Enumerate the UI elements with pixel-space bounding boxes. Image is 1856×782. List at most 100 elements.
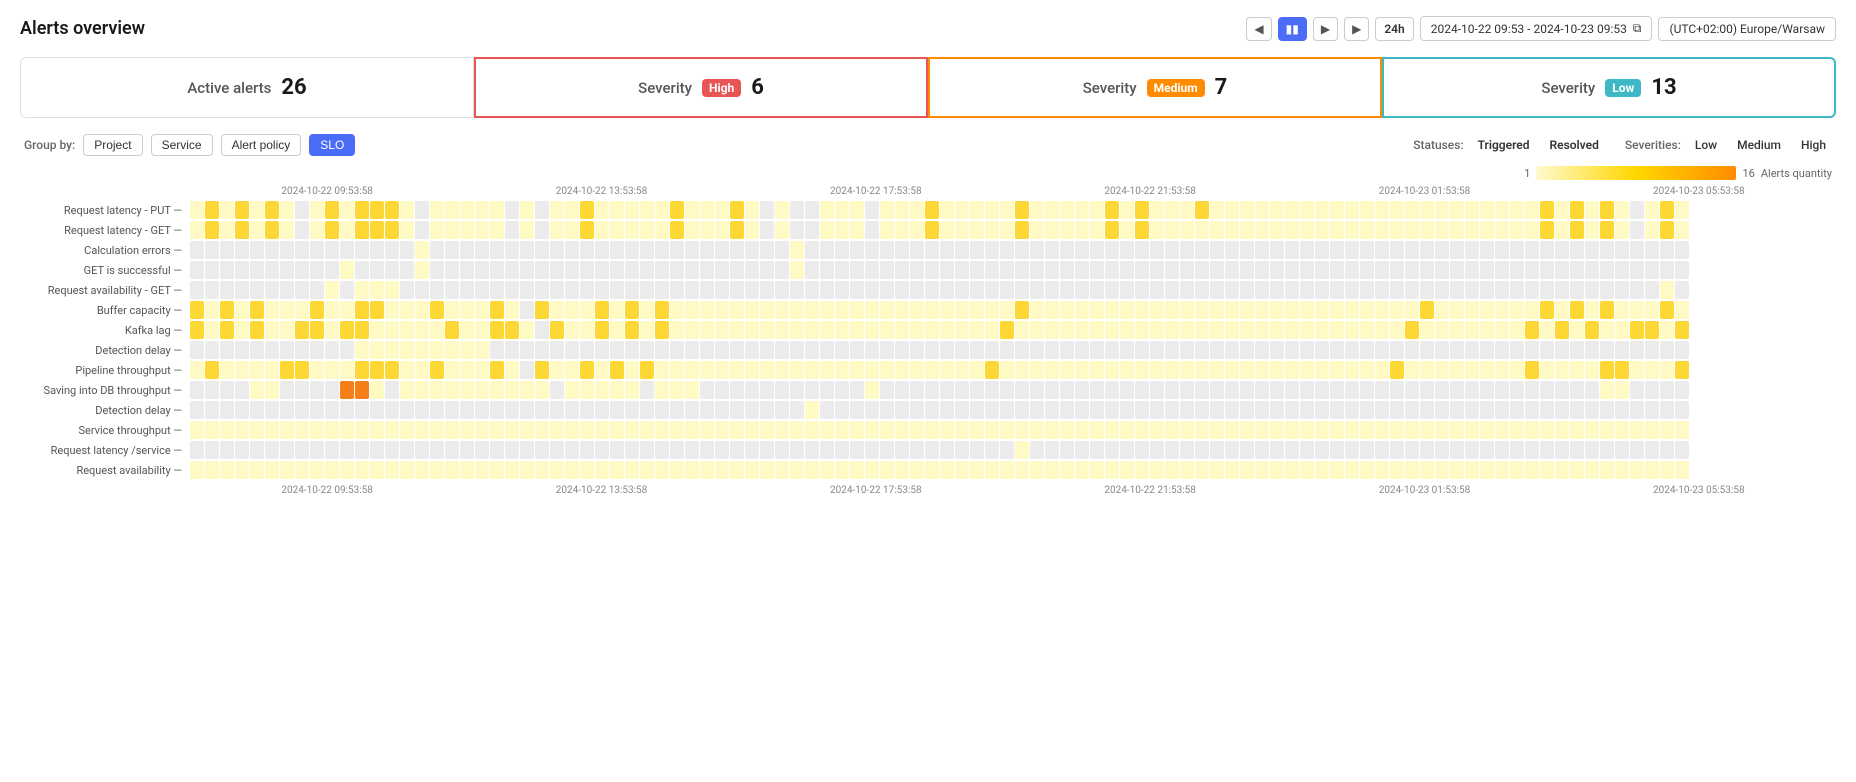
cell[interactable] <box>865 301 879 319</box>
cell[interactable] <box>1180 421 1194 439</box>
cell[interactable] <box>1540 441 1554 459</box>
cell[interactable] <box>1285 261 1299 279</box>
cell[interactable] <box>1405 381 1419 399</box>
cell[interactable] <box>1195 201 1209 219</box>
cell[interactable] <box>715 241 729 259</box>
cell[interactable] <box>385 301 399 319</box>
cell[interactable] <box>670 441 684 459</box>
cell[interactable] <box>1645 441 1659 459</box>
cell[interactable] <box>805 421 819 439</box>
cell[interactable] <box>1540 221 1554 239</box>
play-button[interactable]: ▶ <box>1313 17 1338 41</box>
cell[interactable] <box>1390 421 1404 439</box>
cell[interactable] <box>1510 241 1524 259</box>
cell[interactable] <box>1330 361 1344 379</box>
cell[interactable] <box>1270 281 1284 299</box>
cell[interactable] <box>1450 201 1464 219</box>
cell[interactable] <box>1405 441 1419 459</box>
cell[interactable] <box>1240 221 1254 239</box>
cell[interactable] <box>1045 301 1059 319</box>
cell[interactable] <box>685 221 699 239</box>
cell[interactable] <box>295 341 309 359</box>
cell[interactable] <box>940 421 954 439</box>
cell[interactable] <box>1540 401 1554 419</box>
cell[interactable] <box>715 301 729 319</box>
cell[interactable] <box>265 241 279 259</box>
cell[interactable] <box>1405 361 1419 379</box>
cell[interactable] <box>1420 341 1434 359</box>
cell[interactable] <box>1330 441 1344 459</box>
cell[interactable] <box>1630 361 1644 379</box>
cell[interactable] <box>190 401 204 419</box>
cell[interactable] <box>190 241 204 259</box>
cell[interactable] <box>265 361 279 379</box>
cell[interactable] <box>1030 401 1044 419</box>
cell[interactable] <box>265 221 279 239</box>
cell[interactable] <box>310 241 324 259</box>
cell[interactable] <box>745 341 759 359</box>
cell[interactable] <box>325 401 339 419</box>
cell[interactable] <box>265 381 279 399</box>
cell[interactable] <box>1045 321 1059 339</box>
cell[interactable] <box>895 221 909 239</box>
cell[interactable] <box>880 221 894 239</box>
cell[interactable] <box>535 381 549 399</box>
cell[interactable] <box>265 341 279 359</box>
cell[interactable] <box>1495 221 1509 239</box>
cell[interactable] <box>685 281 699 299</box>
cell[interactable] <box>445 461 459 479</box>
cell[interactable] <box>265 461 279 479</box>
cell[interactable] <box>790 301 804 319</box>
cell[interactable] <box>220 281 234 299</box>
cell[interactable] <box>1375 361 1389 379</box>
cell[interactable] <box>1420 401 1434 419</box>
cell[interactable] <box>1255 201 1269 219</box>
cell[interactable] <box>490 381 504 399</box>
cell[interactable] <box>1255 261 1269 279</box>
cell[interactable] <box>730 341 744 359</box>
cell[interactable] <box>1165 221 1179 239</box>
cell[interactable] <box>880 281 894 299</box>
cell[interactable] <box>535 421 549 439</box>
cell[interactable] <box>1525 261 1539 279</box>
cell[interactable] <box>820 221 834 239</box>
cell[interactable] <box>640 441 654 459</box>
cell[interactable] <box>730 381 744 399</box>
cell[interactable] <box>1240 301 1254 319</box>
cell[interactable] <box>445 341 459 359</box>
cell[interactable] <box>1585 461 1599 479</box>
cell[interactable] <box>1495 281 1509 299</box>
cell[interactable] <box>490 361 504 379</box>
cell[interactable] <box>685 441 699 459</box>
cell[interactable] <box>1120 301 1134 319</box>
cell[interactable] <box>1375 461 1389 479</box>
cell[interactable] <box>1405 341 1419 359</box>
cell[interactable] <box>295 401 309 419</box>
cell[interactable] <box>820 461 834 479</box>
cell[interactable] <box>220 421 234 439</box>
cell[interactable] <box>1165 201 1179 219</box>
cell[interactable] <box>1660 221 1674 239</box>
cell[interactable] <box>295 221 309 239</box>
cell[interactable] <box>550 241 564 259</box>
cell[interactable] <box>1615 341 1629 359</box>
cell[interactable] <box>790 441 804 459</box>
cell[interactable] <box>205 221 219 239</box>
cell[interactable] <box>1030 261 1044 279</box>
cell[interactable] <box>820 381 834 399</box>
cell[interactable] <box>535 341 549 359</box>
cell[interactable] <box>595 461 609 479</box>
cell[interactable] <box>340 201 354 219</box>
cell[interactable] <box>625 361 639 379</box>
cell[interactable] <box>1435 241 1449 259</box>
cell[interactable] <box>385 381 399 399</box>
cell[interactable] <box>1090 341 1104 359</box>
cell[interactable] <box>1000 461 1014 479</box>
cell[interactable] <box>565 221 579 239</box>
cell[interactable] <box>1015 401 1029 419</box>
cell[interactable] <box>1015 301 1029 319</box>
cell[interactable] <box>1240 281 1254 299</box>
cell[interactable] <box>1030 221 1044 239</box>
cell[interactable] <box>565 441 579 459</box>
cell[interactable] <box>835 421 849 439</box>
